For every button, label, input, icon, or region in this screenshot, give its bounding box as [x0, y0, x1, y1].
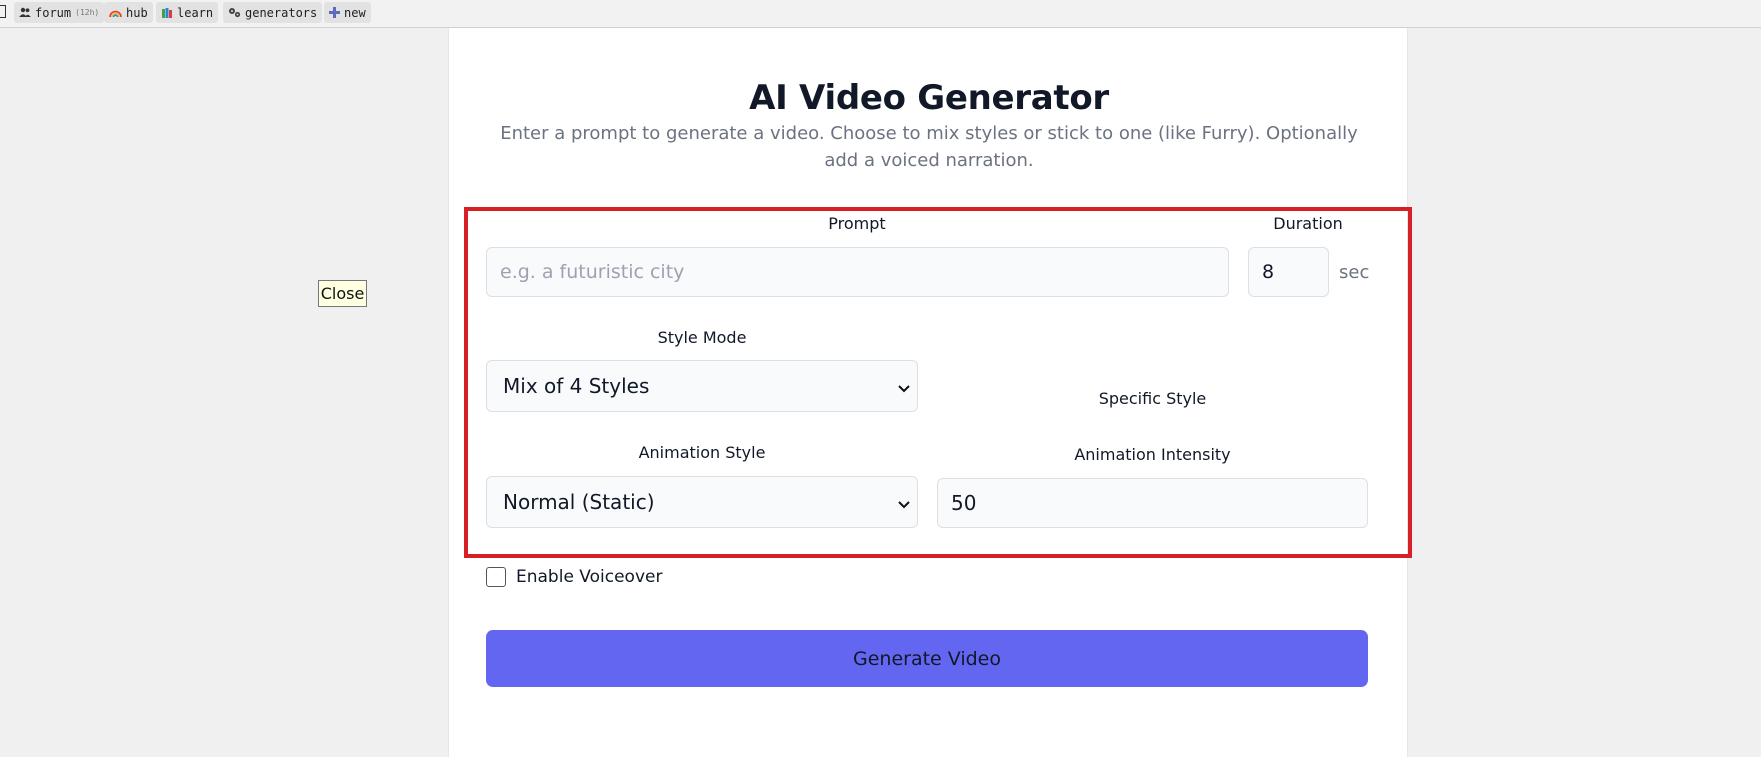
prompt-input[interactable]: e.g. a futuristic city: [486, 247, 1229, 297]
duration-input[interactable]: 8: [1248, 247, 1329, 297]
specific-style-label: Specific Style: [1098, 389, 1207, 408]
voiceover-label: Enable Voiceover: [516, 567, 663, 587]
animation-style-value: Normal (Static): [503, 490, 655, 514]
chevron-down-icon: [897, 490, 911, 514]
chevron-down-icon: [897, 374, 911, 398]
nav-item-label: hub: [126, 5, 148, 20]
nav-item-new[interactable]: new: [324, 2, 371, 23]
animation-style-label: Animation Style: [638, 443, 766, 462]
nav-item-generators[interactable]: generators: [223, 2, 323, 23]
animation-intensity-label: Animation Intensity: [1074, 445, 1231, 464]
page-title: AI Video Generator: [749, 78, 1109, 118]
prompt-label: Prompt: [828, 214, 886, 233]
books-icon: [161, 7, 173, 19]
window-edge-icon: [0, 5, 6, 18]
voiceover-row[interactable]: Enable Voiceover: [486, 567, 662, 587]
nav-item-label: generators: [245, 5, 318, 20]
duration-label: Duration: [1273, 214, 1343, 233]
page-subtitle: Enter a prompt to generate a video. Choo…: [500, 123, 1358, 171]
nav-item-label: learn: [177, 5, 214, 20]
rainbow-icon: [109, 7, 122, 18]
nav-item-label: new: [344, 5, 366, 20]
animation-intensity-input[interactable]: 50: [937, 478, 1368, 528]
style-mode-label: Style Mode: [657, 328, 747, 347]
nav-item-hub[interactable]: hub: [104, 2, 153, 23]
style-mode-value: Mix of 4 Styles: [503, 374, 650, 398]
style-mode-select[interactable]: Mix of 4 Styles: [486, 360, 918, 412]
plus-icon: [329, 7, 340, 18]
top-nav-bar: forum (12h) hub learn generators new: [0, 0, 1761, 28]
duration-unit: sec: [1339, 262, 1370, 283]
people-icon: [19, 7, 31, 18]
voiceover-checkbox[interactable]: [486, 567, 506, 587]
nav-item-learn[interactable]: learn: [156, 2, 219, 23]
nav-item-count: (12h): [75, 8, 100, 17]
generate-video-button[interactable]: Generate Video: [486, 630, 1368, 687]
close-button[interactable]: Close: [318, 280, 367, 307]
nav-item-forum[interactable]: forum (12h): [14, 2, 105, 23]
nav-item-label: forum: [35, 5, 72, 20]
gears-icon: [228, 7, 241, 18]
animation-style-select[interactable]: Normal (Static): [486, 476, 918, 528]
